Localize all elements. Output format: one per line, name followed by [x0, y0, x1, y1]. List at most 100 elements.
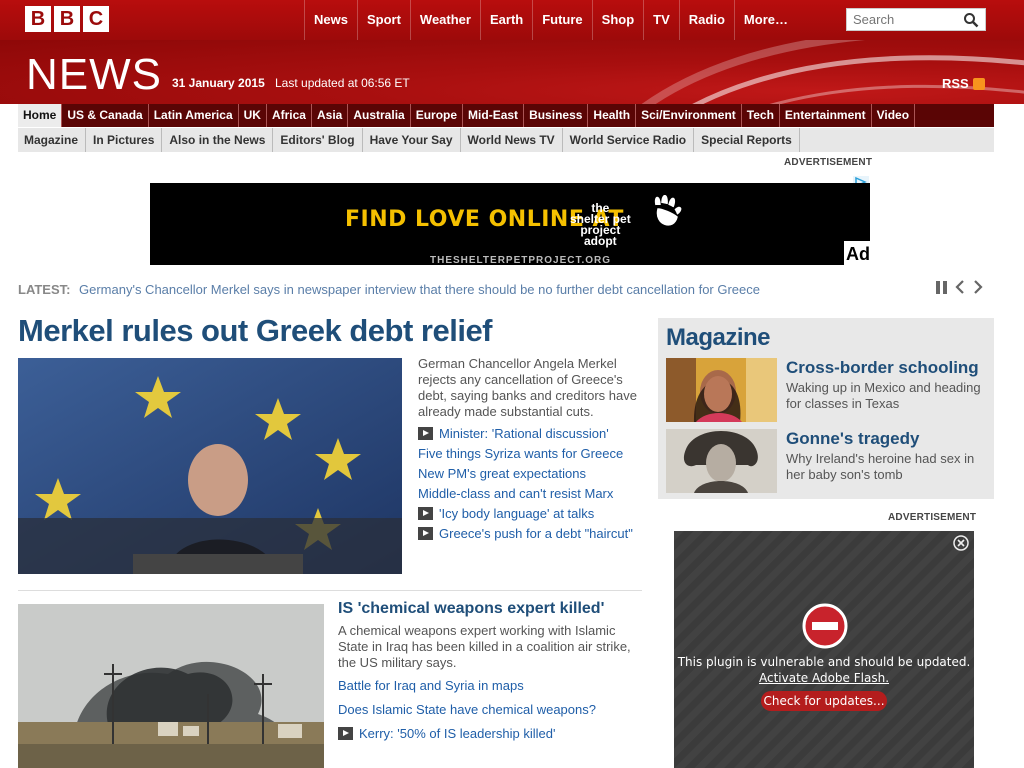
latest-headline[interactable]: Germany's Chancellor Merkel says in news…	[79, 282, 760, 297]
nav-news[interactable]: News	[304, 0, 357, 40]
magazine-thumbnail[interactable]	[666, 429, 777, 493]
section-africa[interactable]: Africa	[267, 104, 312, 127]
ad-label: ADVERTISEMENT	[784, 157, 873, 168]
search-input[interactable]	[847, 9, 957, 30]
main-headline[interactable]: Merkel rules out Greek debt relief	[18, 313, 493, 349]
ad-brand-line: adopt	[584, 234, 617, 248]
main-story-image[interactable]	[18, 358, 402, 574]
related-link-text: Five things Syriza wants for Greece	[418, 445, 624, 461]
section-us-canada[interactable]: US & Canada	[62, 104, 149, 127]
top-bar: B B C News Sport Weather Earth Future Sh…	[0, 0, 1024, 40]
nav-earth[interactable]: Earth	[479, 0, 532, 40]
related-link[interactable]: 'Icy body language' at talks	[418, 503, 648, 523]
magazine-title[interactable]: Magazine	[666, 324, 771, 352]
search-icon[interactable]	[963, 12, 979, 28]
second-story-image[interactable]	[18, 604, 324, 768]
related-link[interactable]: Kerry: '50% of IS leadership killed'	[338, 721, 638, 745]
page-date: 31 January 2015	[172, 76, 265, 90]
section-entertainment[interactable]: Entertainment	[780, 104, 872, 127]
section-latin-america[interactable]: Latin America	[149, 104, 239, 127]
check-updates-button[interactable]: Check for updates...	[761, 691, 887, 711]
related-link[interactable]: Middle-class and can't resist Marx	[418, 483, 648, 503]
nav-shop[interactable]: Shop	[591, 0, 644, 40]
section-sci-environment[interactable]: Sci/Environment	[636, 104, 742, 127]
section-uk[interactable]: UK	[239, 104, 267, 127]
magazine-panel: Magazine Cross-border schooling Waking u…	[658, 318, 994, 499]
related-link[interactable]: Greece's push for a debt "haircut"	[418, 523, 648, 543]
magazine-item-desc: Waking up in Mexico and heading for clas…	[786, 380, 981, 411]
related-link[interactable]: Minister: 'Rational discussion'	[418, 423, 648, 443]
nav-tv[interactable]: TV	[643, 0, 679, 40]
subsection-also-in-the-news[interactable]: Also in the News	[162, 128, 274, 152]
last-updated: Last updated at 06:56 ET	[275, 76, 410, 90]
bbc-logo[interactable]: B B C	[25, 6, 109, 32]
related-link[interactable]: Does Islamic State have chemical weapons…	[338, 697, 638, 721]
related-link-text: Middle-class and can't resist Marx	[418, 485, 614, 501]
related-link-text: Kerry: '50% of IS leadership killed'	[359, 725, 556, 741]
section-europe[interactable]: Europe	[411, 104, 464, 127]
news-logo[interactable]: NEWS	[26, 50, 162, 100]
magazine-item[interactable]: Gonne's tragedy Why Ireland's heroine ha…	[666, 429, 986, 493]
nav-sport[interactable]: Sport	[356, 0, 410, 40]
rss-icon	[972, 77, 985, 90]
bbc-logo-letter: B	[54, 6, 80, 32]
bbc-logo-letter: B	[25, 6, 51, 32]
section-health[interactable]: Health	[588, 104, 637, 127]
related-link[interactable]: New PM's great expectations	[418, 463, 648, 483]
video-play-icon	[418, 506, 433, 520]
rss-link[interactable]: RSS	[942, 76, 985, 91]
ad-banner[interactable]: FIND LOVE ONLINE AT the shelter pet proj…	[150, 183, 870, 265]
video-play-icon	[418, 426, 433, 440]
subsection-have-your-say[interactable]: Have Your Say	[363, 128, 461, 152]
ad-url: THESHELTERPETPROJECT.ORG	[430, 255, 612, 265]
related-link[interactable]: Five things Syriza wants for Greece	[418, 443, 648, 463]
pause-icon[interactable]	[936, 280, 948, 294]
subsection-magazine[interactable]: Magazine	[18, 128, 87, 152]
nav-radio[interactable]: Radio	[678, 0, 734, 40]
rss-label: RSS	[942, 76, 969, 91]
masthead: NEWS 31 January 2015 Last updated at 06:…	[0, 40, 1024, 104]
masthead-swoosh	[641, 40, 1024, 104]
section-australia[interactable]: Australia	[348, 104, 411, 127]
activate-flash-link[interactable]: Activate Adobe Flash.	[674, 671, 974, 685]
nav-future[interactable]: Future	[532, 0, 591, 40]
second-headline[interactable]: IS 'chemical weapons expert killed'	[338, 600, 604, 618]
nav-more[interactable]: More…	[733, 0, 797, 40]
section-mid-east[interactable]: Mid-East	[463, 104, 525, 127]
section-business[interactable]: Business	[524, 104, 589, 127]
subsection-special-reports[interactable]: Special Reports	[694, 128, 800, 152]
subsection-nav: Magazine In Pictures Also in the News Ed…	[18, 128, 994, 152]
section-tech[interactable]: Tech	[742, 104, 780, 127]
related-link[interactable]: Battle for Iraq and Syria in maps	[338, 673, 638, 697]
magazine-thumbnail[interactable]	[666, 358, 777, 422]
related-link-text: 'Icy body language' at talks	[439, 505, 595, 521]
section-asia[interactable]: Asia	[312, 104, 349, 127]
ad-brand: the shelter pet project adopt	[570, 202, 631, 248]
subsection-editors-blog[interactable]: Editors' Blog	[273, 128, 363, 152]
magazine-item[interactable]: Cross-border schooling Waking up in Mexi…	[666, 358, 986, 422]
plugin-warning-text: This plugin is vulnerable and should be …	[677, 655, 971, 669]
subsection-in-pictures[interactable]: In Pictures	[86, 128, 163, 152]
search-box	[846, 8, 986, 31]
bbc-logo-letter: C	[83, 6, 109, 32]
chevron-right-icon[interactable]	[972, 280, 984, 294]
section-home[interactable]: Home	[18, 104, 63, 127]
related-link-text: New PM's great expectations	[418, 465, 586, 481]
global-nav: News Sport Weather Earth Future Shop TV …	[304, 0, 797, 40]
paw-icon	[654, 195, 682, 226]
section-video[interactable]: Video	[872, 104, 916, 127]
subsection-world-service-radio[interactable]: World Service Radio	[563, 128, 695, 152]
subsection-world-news-tv[interactable]: World News TV	[461, 128, 563, 152]
magazine-item-title[interactable]: Gonne's tragedy	[786, 429, 919, 449]
nav-weather[interactable]: Weather	[409, 0, 480, 40]
chevron-left-icon[interactable]	[954, 280, 966, 294]
video-play-icon	[418, 526, 433, 540]
magazine-item-title[interactable]: Cross-border schooling	[786, 358, 979, 378]
related-link-text: Does Islamic State have chemical weapons…	[338, 701, 596, 717]
close-icon[interactable]	[953, 535, 969, 551]
related-link-text: Battle for Iraq and Syria in maps	[338, 677, 524, 693]
blocked-plugin-icon	[802, 603, 848, 649]
ad-corner-badge: Ad	[844, 241, 870, 265]
second-story-links: Battle for Iraq and Syria in maps Does I…	[338, 673, 638, 745]
related-link-text: Minister: 'Rational discussion'	[439, 425, 609, 441]
